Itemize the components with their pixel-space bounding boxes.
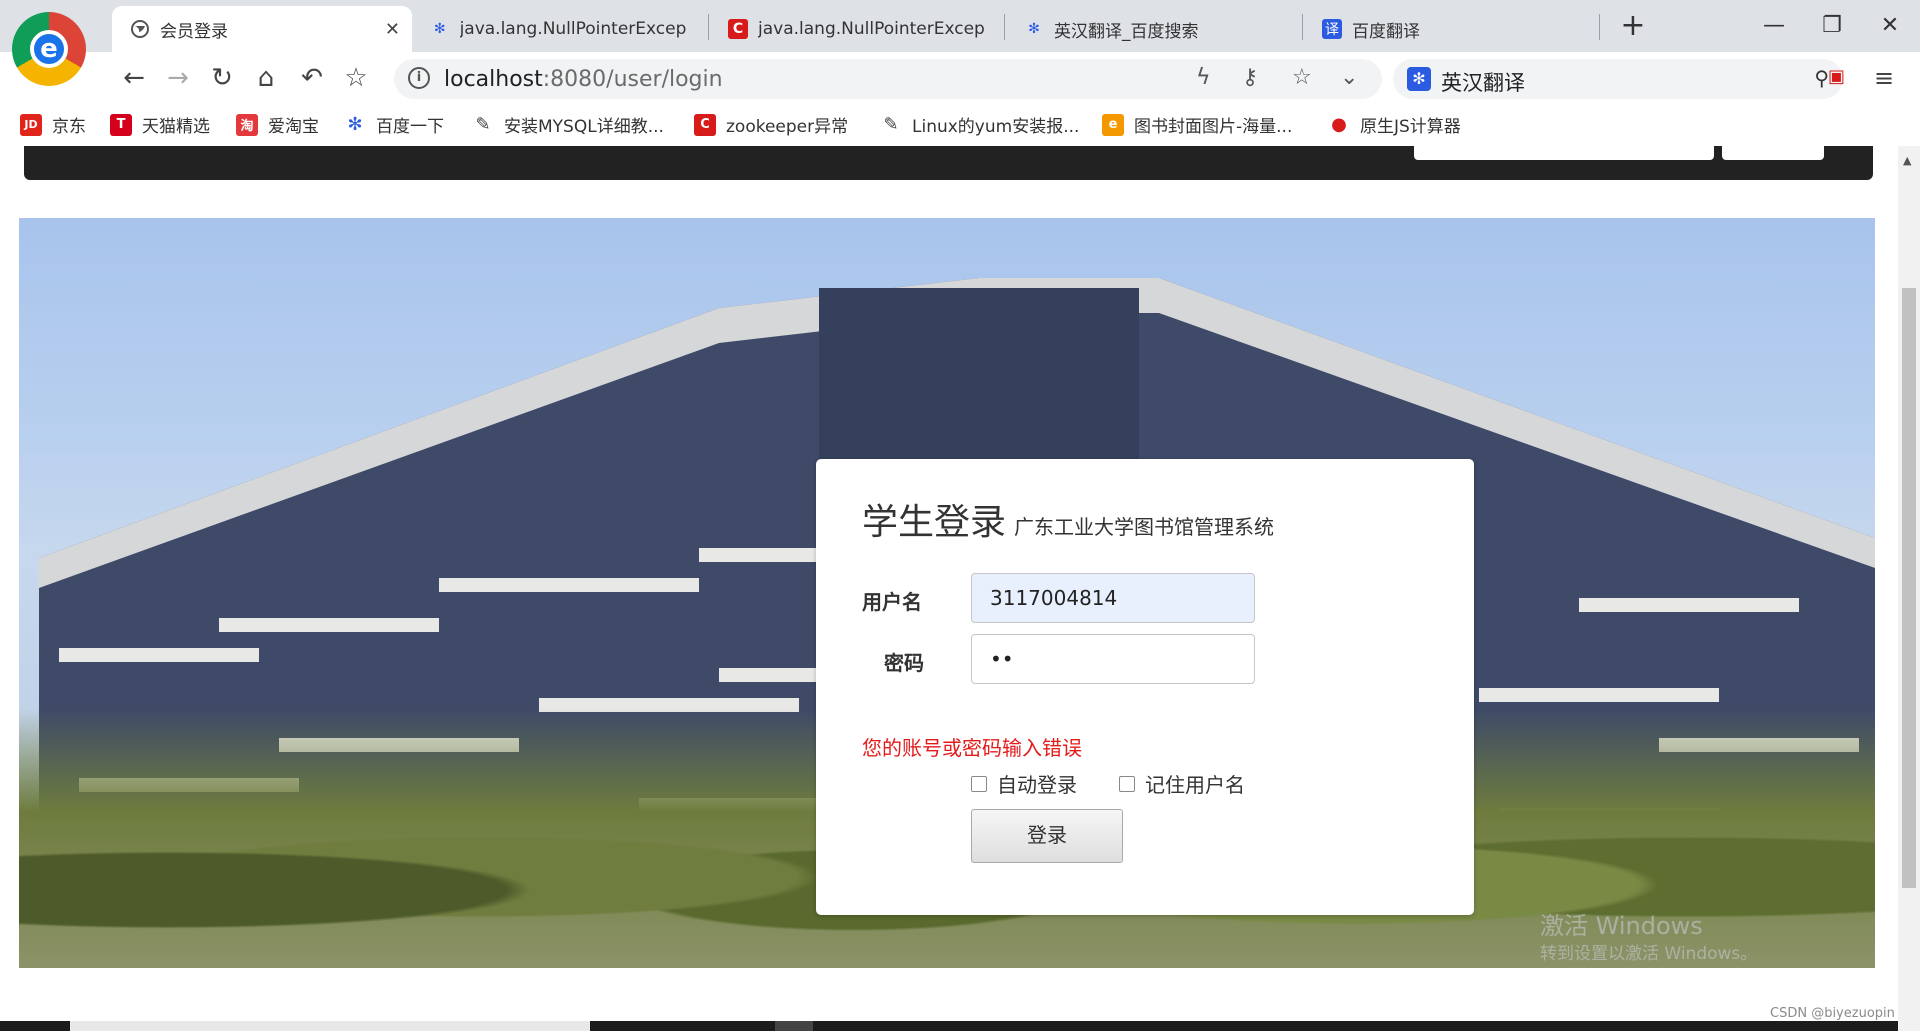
- activate-windows-sub: 转到设置以激活 Windows。: [1540, 944, 1758, 964]
- bookmark-book-covers[interactable]: e 图书封面图片-海量...: [1102, 112, 1292, 137]
- browser-toolbar: ← → ↻ ⌂ ↶ ☆ i localhost:8080/user/login …: [0, 52, 1920, 102]
- home-icon[interactable]: ⌂: [248, 60, 284, 96]
- lightning-icon[interactable]: ϟ: [1196, 65, 1211, 90]
- login-title: 学生登录 广东工业大学图书馆管理系统: [862, 502, 1275, 543]
- password-input[interactable]: ••: [971, 634, 1255, 684]
- login-panel: 学生登录 广东工业大学图书馆管理系统 用户名 3117004814 密码 •• 您…: [816, 459, 1474, 915]
- tab-title: java.lang.NullPointerExcep: [758, 19, 985, 39]
- pen-icon: ✎: [883, 114, 899, 135]
- baidu-paw-icon: ✻: [347, 114, 363, 135]
- bookmark-aitaobao[interactable]: 淘 爱淘宝: [236, 112, 319, 137]
- baidu-paw-icon: ✻: [1028, 21, 1040, 37]
- baidu-paw-icon: ✻: [433, 21, 446, 37]
- undo-icon[interactable]: ↶: [294, 60, 330, 96]
- tab-divider: [1004, 14, 1005, 40]
- search-icon[interactable]: ⚲: [1814, 66, 1829, 90]
- bookmark-js-calculator[interactable]: ● 原生JS计算器: [1328, 112, 1461, 137]
- tab-title: 百度翻译: [1352, 21, 1420, 42]
- translate-icon: 译: [1322, 19, 1342, 39]
- search-text[interactable]: 英汉翻译: [1441, 67, 1525, 97]
- tab-divider: [1302, 14, 1303, 40]
- bookmark-tmall[interactable]: T 天猫精选: [110, 112, 210, 137]
- login-error-message: 您的账号或密码输入错误: [862, 736, 1082, 760]
- key-icon[interactable]: ⚷: [1242, 65, 1258, 90]
- search-box[interactable]: ✻ 英汉翻译 ⚲: [1393, 59, 1843, 99]
- tab-title: 会员登录: [160, 21, 228, 42]
- menu-icon[interactable]: ≡: [1874, 64, 1894, 92]
- tab-nullpointer-2[interactable]: C java.lang.NullPointerExcep: [710, 6, 1002, 52]
- pdf-icon[interactable]: ▣: [1828, 66, 1845, 87]
- tab-member-login[interactable]: 会员登录 ✕: [112, 6, 412, 52]
- globe-icon: [130, 19, 150, 39]
- auto-login-checkbox[interactable]: 自动登录: [971, 769, 1077, 798]
- page-scrollbar[interactable]: ▲: [1898, 146, 1920, 1031]
- bookmark-baidu[interactable]: ✻ 百度一下: [344, 112, 444, 137]
- back-icon[interactable]: ←: [116, 60, 152, 96]
- tab-title: java.lang.NullPointerExcep: [459, 19, 687, 39]
- jd-icon: JD: [20, 113, 42, 136]
- remember-username-checkbox[interactable]: 记住用户名: [1119, 769, 1245, 798]
- bookmarks-bar: JD 京东 T 天猫精选 淘 爱淘宝 ✻ 百度一下 ✎ 安装MYSQL详细教..…: [0, 102, 1920, 147]
- bookmark-mysql[interactable]: ✎ 安装MYSQL详细教...: [472, 112, 663, 137]
- csdn-icon: C: [694, 113, 716, 136]
- pen-icon: ✎: [475, 114, 491, 135]
- image-site-icon: e: [1102, 113, 1124, 136]
- bookmark-linux-yum[interactable]: ✎ Linux的yum安装报...: [880, 112, 1079, 137]
- tab-translate-search[interactable]: ✻ 英汉翻译_百度搜索: [1006, 6, 1298, 52]
- new-tab-button[interactable]: +: [1613, 8, 1653, 44]
- baidu-paw-icon: ✻: [1407, 67, 1431, 91]
- address-bar[interactable]: i localhost:8080/user/login ϟ ⚷ ☆ ⌄: [394, 59, 1382, 99]
- page-viewport: 激活 Windows 转到设置以激活 Windows。 学生登录 广东工业大学图书…: [0, 146, 1900, 1021]
- star-icon[interactable]: ☆: [1292, 65, 1312, 90]
- checkbox-box[interactable]: [1119, 775, 1135, 792]
- navbar-search-button[interactable]: [1722, 146, 1824, 160]
- restore-button[interactable]: ❐: [1812, 8, 1852, 44]
- site-navbar: [24, 146, 1873, 180]
- bookmark-zookeeper[interactable]: C zookeeper异常: [694, 112, 848, 137]
- close-tab-icon[interactable]: ✕: [385, 19, 400, 40]
- tab-baidu-translate[interactable]: 译 百度翻译: [1304, 6, 1596, 52]
- tab-strip: 会员登录 ✕ ✻ java.lang.NullPointerExcep C ja…: [0, 0, 1920, 52]
- address-url[interactable]: localhost:8080/user/login: [444, 67, 723, 92]
- activate-windows-watermark: 激活 Windows: [1540, 912, 1703, 940]
- scrollbar-thumb[interactable]: [1902, 288, 1916, 888]
- chevron-down-icon[interactable]: ⌄: [1340, 65, 1358, 90]
- taskbar: [0, 1021, 1898, 1031]
- username-input[interactable]: 3117004814: [971, 573, 1255, 623]
- scroll-up-icon[interactable]: ▲: [1903, 154, 1911, 167]
- reload-icon[interactable]: ↻: [204, 60, 240, 96]
- record-icon: ●: [1331, 114, 1347, 135]
- close-window-button[interactable]: ✕: [1870, 8, 1910, 44]
- tab-nullpointer-1[interactable]: ✻ java.lang.NullPointerExcep: [412, 6, 704, 52]
- taobao-icon: 淘: [236, 113, 258, 136]
- bookmark-star-icon[interactable]: ☆: [338, 60, 374, 96]
- navbar-search-input[interactable]: [1414, 146, 1714, 160]
- username-label: 用户名: [862, 590, 922, 614]
- csdn-icon: C: [728, 19, 748, 39]
- minimize-button[interactable]: —: [1754, 8, 1794, 44]
- tab-title: 英汉翻译_百度搜索: [1054, 21, 1199, 42]
- checkbox-box[interactable]: [971, 775, 987, 792]
- info-icon[interactable]: i: [408, 67, 430, 89]
- bookmark-jd[interactable]: JD 京东: [20, 112, 86, 137]
- forward-icon[interactable]: →: [160, 60, 196, 96]
- password-label: 密码: [884, 651, 924, 675]
- login-button[interactable]: 登录: [971, 809, 1123, 863]
- csdn-watermark: CSDN @biyezuopin: [1770, 1006, 1895, 1021]
- tab-divider: [1599, 14, 1600, 40]
- tmall-icon: T: [110, 113, 132, 136]
- tab-divider: [708, 14, 709, 40]
- browser-logo-icon: e: [12, 12, 86, 86]
- system-subtitle: 广东工业大学图书馆管理系统: [1014, 515, 1275, 539]
